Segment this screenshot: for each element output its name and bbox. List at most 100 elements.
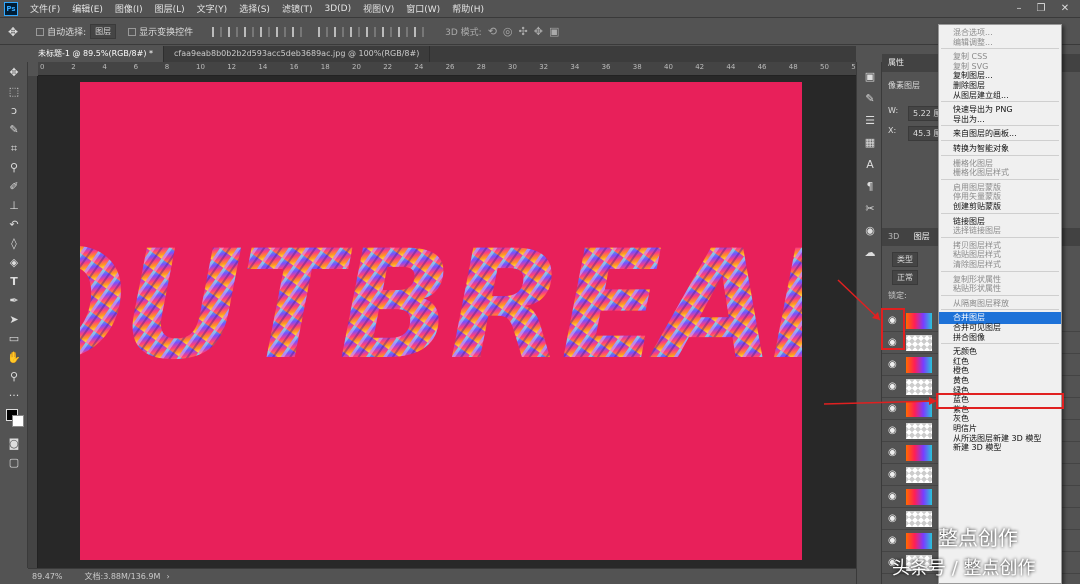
zoom-level[interactable]: 89.47% xyxy=(32,572,63,581)
tools-panel-icon[interactable]: ✂ xyxy=(861,202,879,216)
menu-image[interactable]: 图像(I) xyxy=(109,2,149,15)
menu-select[interactable]: 选择(S) xyxy=(233,2,276,15)
eraser-tool-icon[interactable]: ◊ xyxy=(4,236,24,252)
eye-icon[interactable]: ◉ xyxy=(888,491,900,503)
eye-icon[interactable]: ◉ xyxy=(888,469,900,481)
close-icon[interactable]: ✕ xyxy=(1054,0,1076,18)
distribute-right-icon[interactable] xyxy=(398,26,409,37)
align-right-icon[interactable] xyxy=(292,26,303,37)
shape-tool-icon[interactable]: ▭ xyxy=(4,331,24,347)
gradient-tool-icon[interactable]: ◈ xyxy=(4,255,24,271)
restore-icon[interactable]: ❐ xyxy=(1030,0,1052,18)
move-tool-icon[interactable]: ✥ xyxy=(8,25,18,39)
ruler-tick: 20 xyxy=(352,63,361,71)
show-transform-checkbox[interactable] xyxy=(128,27,137,36)
text-tool-icon[interactable]: T xyxy=(4,274,24,290)
hand-tool-icon[interactable]: ✋ xyxy=(4,350,24,366)
show-transform-label: 显示变换控件 xyxy=(139,28,194,38)
context-menu-item[interactable]: 导出为... xyxy=(939,114,1061,126)
layer-thumbnail xyxy=(906,489,932,505)
zoom-tool-icon[interactable]: ⚲ xyxy=(4,369,24,385)
3d-pan-icon[interactable]: ✣ xyxy=(519,25,528,38)
menu-type[interactable]: 文字(Y) xyxy=(191,2,234,15)
history-brush-icon[interactable]: ↶ xyxy=(4,217,24,233)
menu-separator xyxy=(941,309,1059,311)
align-vcenter-icon[interactable] xyxy=(228,26,239,37)
ruler-tick: 32 xyxy=(539,63,549,71)
path-select-tool-icon[interactable]: ➤ xyxy=(4,312,24,328)
align-bottom-icon[interactable] xyxy=(244,26,255,37)
tab-untitled[interactable]: 未标题-1 @ 89.5%(RGB/8#) * xyxy=(28,46,164,62)
menu-view[interactable]: 视图(V) xyxy=(357,2,400,15)
menu-separator xyxy=(941,294,1059,296)
more-tools-icon[interactable]: ··· xyxy=(4,388,24,404)
tab-3d[interactable]: 3D xyxy=(882,232,905,241)
move-tool-icon[interactable]: ✥ xyxy=(4,65,24,81)
document-canvas[interactable]: OUTBREAK xyxy=(0,82,901,560)
status-arrow-icon[interactable]: › xyxy=(166,572,169,581)
menu-separator xyxy=(941,48,1059,50)
character-panel-icon[interactable]: A xyxy=(861,158,879,172)
eye-icon[interactable]: ◉ xyxy=(888,447,900,459)
3d-camera-icon[interactable]: ▣ xyxy=(549,25,559,38)
tab-layers[interactable]: 图层 xyxy=(908,232,936,241)
color-swatches[interactable] xyxy=(4,407,24,433)
stamp-tool-icon[interactable]: ⊥ xyxy=(4,198,24,214)
menu-window[interactable]: 窗口(W) xyxy=(400,2,446,15)
pen-tool-icon[interactable]: ✒ xyxy=(4,293,24,309)
distribute-top-icon[interactable] xyxy=(318,26,329,37)
ruler-tick: 42 xyxy=(695,63,705,71)
menu-edit[interactable]: 编辑(E) xyxy=(66,2,109,15)
adjust-panel-icon[interactable]: ☰ xyxy=(861,114,879,128)
menu-3d[interactable]: 3D(D) xyxy=(318,4,357,14)
quick-select-tool-icon[interactable]: ✎ xyxy=(4,122,24,138)
watermark: 整点创作 头条号 / 整点创作 xyxy=(890,520,1080,584)
ruler-tick: 8 xyxy=(164,63,170,71)
ruler-tick: 4 xyxy=(102,63,107,71)
distribute-bottom-icon[interactable] xyxy=(350,26,361,37)
eye-icon[interactable]: ◉ xyxy=(888,425,900,437)
marquee-tool-icon[interactable]: ⬚ xyxy=(4,84,24,100)
context-menu-item[interactable]: 拼合图像 xyxy=(939,332,1061,344)
brush-tool-icon[interactable]: ✐ xyxy=(4,179,24,195)
vertical-ruler xyxy=(28,76,38,568)
3d-orbit-icon[interactable]: ⟲ xyxy=(488,25,497,38)
document-tabs: 未标题-1 @ 89.5%(RGB/8#) * cfaa9eab8b0b2b2d… xyxy=(28,46,856,62)
history-panel-icon[interactable]: ▣ xyxy=(861,70,879,84)
3d-slide-icon[interactable]: ✥ xyxy=(534,25,543,38)
3d-panel-icon[interactable]: ◉ xyxy=(861,224,879,238)
menu-layer[interactable]: 图层(L) xyxy=(149,2,191,15)
crop-tool-icon[interactable]: ⌗ xyxy=(4,141,24,157)
paragraph-panel-icon[interactable]: ¶ xyxy=(861,180,879,194)
context-menu-item[interactable]: 来自图层的画板... xyxy=(939,128,1061,140)
menu-filter[interactable]: 滤镜(T) xyxy=(276,2,319,15)
align-top-icon[interactable] xyxy=(212,26,223,37)
distribute-left-icon[interactable] xyxy=(366,26,377,37)
3d-roll-icon[interactable]: ◎ xyxy=(503,25,513,38)
context-menu-item[interactable]: 从图层建立组... xyxy=(939,90,1061,102)
align-hcenter-icon[interactable] xyxy=(276,26,287,37)
brush-panel-icon[interactable]: ✎ xyxy=(861,92,879,106)
auto-select-checkbox[interactable] xyxy=(36,27,45,36)
eyedropper-tool-icon[interactable]: ⚲ xyxy=(4,160,24,176)
tab-jpg[interactable]: cfaa9eab8b0b2b2d593acc5deb3689ac.jpg @ 1… xyxy=(164,46,431,62)
canvas-area[interactable]: OUTBREAK xyxy=(0,76,901,568)
context-menu-item[interactable]: 创建剪贴蒙版 xyxy=(939,201,1061,213)
ruler-tick: 24 xyxy=(414,63,424,71)
quick-mask-icon[interactable]: ◙ xyxy=(4,436,24,452)
lasso-tool-icon[interactable]: ↄ xyxy=(4,103,24,119)
context-menu-item[interactable]: 转换为智能对象 xyxy=(939,143,1061,155)
libraries-panel-icon[interactable]: ☁ xyxy=(861,246,879,260)
minimize-icon[interactable]: – xyxy=(1008,0,1030,18)
screen-mode-icon[interactable]: ▢ xyxy=(4,455,24,471)
menu-help[interactable]: 帮助(H) xyxy=(446,2,490,15)
auto-select-dropdown[interactable]: 图层 xyxy=(90,24,117,39)
swatches-panel-icon[interactable]: ▦ xyxy=(861,136,879,150)
align-left-icon[interactable] xyxy=(260,26,271,37)
distribute-hcenter-icon[interactable] xyxy=(382,26,393,37)
auto-align-icon[interactable] xyxy=(414,26,425,37)
context-menu-item[interactable]: 新建 3D 模型 xyxy=(939,442,1061,454)
distribute-vcenter-icon[interactable] xyxy=(334,26,345,37)
layer-filter-dropdown[interactable]: 类型 xyxy=(892,252,918,267)
menu-file[interactable]: 文件(F) xyxy=(24,2,66,15)
